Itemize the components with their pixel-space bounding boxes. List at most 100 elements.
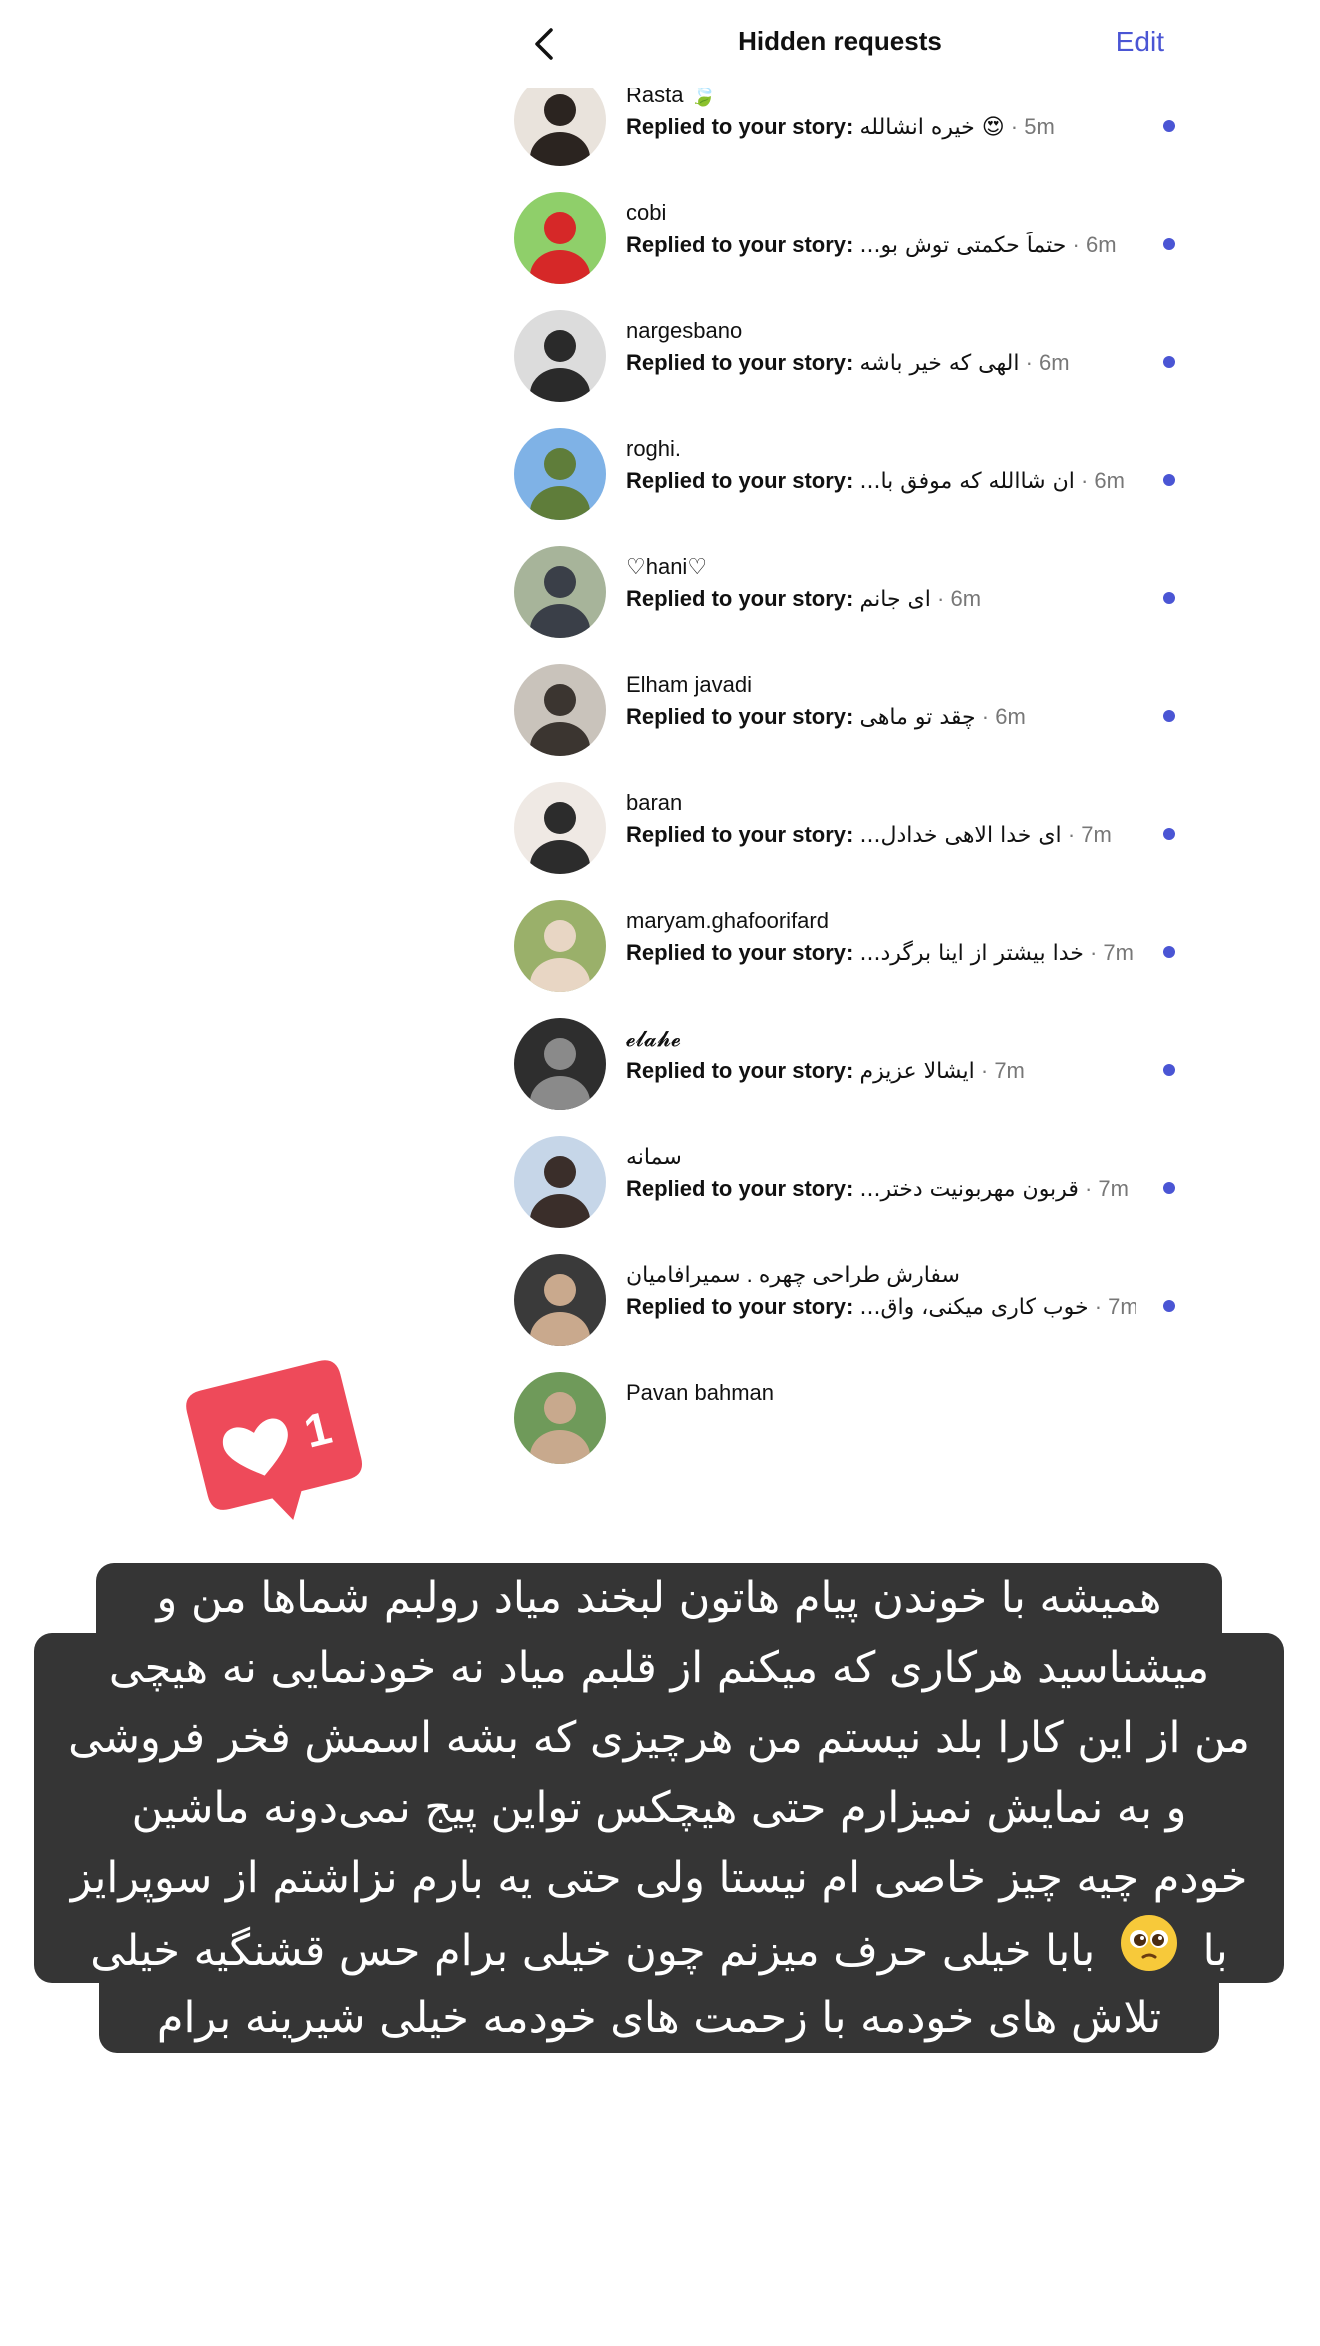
reply-prefix: Replied to your story: bbox=[626, 232, 854, 257]
request-row[interactable]: 𝓮𝓵𝓪𝓱𝓮 Replied to your story: ایشالا عزیزم… bbox=[490, 1006, 1190, 1124]
message-preview: Replied to your story: چقد تو ماهی · 6m bbox=[626, 704, 1136, 730]
message-preview: Replied to your story: 😍 خیره انشالله · … bbox=[626, 114, 1136, 140]
message-preview: Replied to your story: ان شاالله که موفق… bbox=[626, 468, 1136, 494]
caption-line-6-start: بابا خیلی حرف میزنم چون خیلی برام حس قشن… bbox=[90, 1926, 1096, 1976]
username: Elham javadi bbox=[626, 672, 752, 697]
unread-dot bbox=[1163, 238, 1175, 250]
timestamp: · 7m bbox=[1089, 940, 1134, 965]
avatar[interactable] bbox=[514, 310, 606, 402]
message-preview: Replied to your story: ای خدا الاهی خداد… bbox=[626, 822, 1136, 848]
story-caption: همیشه با خوندن پیام هاتون لبخند میاد رول… bbox=[34, 1563, 1284, 2053]
username: سفارش طراحی چهره . سمیرافامیان bbox=[626, 1262, 960, 1287]
reply-prefix: Replied to your story: bbox=[626, 940, 854, 965]
username: nargesbano bbox=[626, 318, 743, 343]
request-row[interactable]: Elham javadi Replied to your story: چقد ت… bbox=[490, 652, 1190, 770]
hidden-requests-screen: Rasta 🍃 Replied to your story: 😍 خیره انش… bbox=[490, 0, 1190, 1465]
caption-line-2: میشناسید هرکاری که میکنم از قلبم میاد نه… bbox=[34, 1633, 1284, 1703]
unread-dot bbox=[1163, 474, 1175, 486]
message-preview: Replied to your story: قربون مهربونیت دخ… bbox=[626, 1176, 1136, 1202]
caption-line-1: همیشه با خوندن پیام هاتون لبخند میاد رول… bbox=[96, 1563, 1222, 1633]
request-row[interactable]: سفارش طراحی چهره . سمیرافامیان Replied to… bbox=[490, 1242, 1190, 1360]
timestamp: · 6m bbox=[1080, 468, 1125, 493]
message-text: خوب کاری میکنی، واق... bbox=[859, 1295, 1089, 1320]
message-preview: Replied to your story: الهی که خیر باشه … bbox=[626, 350, 1136, 376]
message-preview: Replied to your story: خوب کاری میکنی، و… bbox=[626, 1294, 1136, 1320]
username: 𝓮𝓵𝓪𝓱𝓮 bbox=[626, 1026, 681, 1051]
message-preview: Replied to your story: حتماً حکمتی توش ب… bbox=[626, 232, 1136, 258]
caption-line-7: تلاش های خودمه با زحمت های خودمه خیلی شی… bbox=[99, 1983, 1219, 2053]
reply-prefix: Replied to your story: bbox=[626, 586, 854, 611]
reply-prefix: Replied to your story: bbox=[626, 704, 854, 729]
timestamp: · 7m bbox=[980, 1058, 1025, 1083]
unread-dot bbox=[1163, 1300, 1175, 1312]
timestamp: · 7m bbox=[1067, 822, 1112, 847]
avatar[interactable] bbox=[514, 1136, 606, 1228]
reply-prefix: Replied to your story: bbox=[626, 114, 854, 139]
timestamp: · 6m bbox=[981, 704, 1026, 729]
message-text: خدا بیشتر از اینا برگرد... bbox=[859, 941, 1084, 966]
avatar[interactable] bbox=[514, 664, 606, 756]
avatar[interactable] bbox=[514, 1254, 606, 1346]
unread-dot bbox=[1163, 828, 1175, 840]
avatar[interactable] bbox=[514, 1018, 606, 1110]
message-text: حتماً حکمتی توش بو... bbox=[859, 233, 1067, 258]
request-row[interactable]: cobi Replied to your story: حتماً حکمتی ت… bbox=[490, 180, 1190, 298]
username: ♡hani♡ bbox=[626, 554, 708, 579]
edit-button[interactable]: Edit bbox=[1116, 26, 1164, 58]
username: maryam.ghafoorifard bbox=[626, 908, 829, 933]
message-preview: Replied to your story: ایشالا عزیزم · 7m bbox=[626, 1058, 1136, 1084]
caption-line-5: خودم چیه چیز خاصی ام نیستا ولی حتی یه با… bbox=[34, 1843, 1284, 1913]
timestamp: · 7m bbox=[1084, 1176, 1129, 1201]
unread-dot bbox=[1163, 592, 1175, 604]
caption-line-6-end: با bbox=[1202, 1926, 1228, 1976]
message-text: ان شاالله که موفق با... bbox=[859, 469, 1075, 494]
pleading-face-emoji bbox=[1119, 1913, 1179, 1983]
request-row[interactable]: ♡hani♡ Replied to your story: ای جانم · 6… bbox=[490, 534, 1190, 652]
avatar[interactable] bbox=[514, 782, 606, 874]
message-text: ای خدا الاهی خدادل... bbox=[859, 823, 1062, 848]
request-row[interactable]: nargesbano Replied to your story: الهی که… bbox=[490, 298, 1190, 416]
timestamp: · 5m bbox=[1010, 114, 1055, 139]
reply-prefix: Replied to your story: bbox=[626, 1176, 854, 1201]
unread-dot bbox=[1163, 356, 1175, 368]
timestamp: · 6m bbox=[1025, 350, 1070, 375]
caption-line-3: من از این کارا بلد نیستم من هرچیزی که بش… bbox=[34, 1703, 1284, 1773]
message-text: قربون مهربونیت دختر... bbox=[859, 1177, 1079, 1202]
page-title: Hidden requests bbox=[738, 26, 942, 56]
avatar[interactable] bbox=[514, 546, 606, 638]
avatar[interactable] bbox=[514, 428, 606, 520]
unread-dot bbox=[1163, 946, 1175, 958]
message-text: ایشالا عزیزم bbox=[859, 1059, 975, 1084]
avatar[interactable] bbox=[514, 900, 606, 992]
avatar[interactable] bbox=[514, 192, 606, 284]
unread-dot bbox=[1163, 1064, 1175, 1076]
avatar[interactable] bbox=[514, 1372, 606, 1464]
message-text: ای جانم bbox=[859, 587, 931, 612]
message-text: چقد تو ماهی bbox=[859, 705, 976, 730]
unread-dot bbox=[1163, 120, 1175, 132]
message-preview: Replied to your story: ای جانم · 6m bbox=[626, 586, 1136, 612]
request-row[interactable]: roghi. Replied to your story: ان شاالله ک… bbox=[490, 416, 1190, 534]
timestamp: · 6m bbox=[1072, 232, 1117, 257]
request-row[interactable]: maryam.ghafoorifard Replied to your story… bbox=[490, 888, 1190, 1006]
reply-prefix: Replied to your story: bbox=[626, 350, 854, 375]
message-text: 😍 خیره انشالله bbox=[859, 115, 1005, 140]
message-preview: Replied to your story: خدا بیشتر از اینا… bbox=[626, 940, 1136, 966]
reply-prefix: Replied to your story: bbox=[626, 1294, 854, 1319]
timestamp: · 7m bbox=[1094, 1294, 1136, 1319]
unread-dot bbox=[1163, 710, 1175, 722]
username: baran bbox=[626, 790, 683, 815]
request-row[interactable]: Pavan bahman bbox=[490, 1360, 1190, 1465]
request-row[interactable]: baran Replied to your story: ای خدا الاهی… bbox=[490, 770, 1190, 888]
top-bar: Hidden requests Edit bbox=[490, 0, 1190, 88]
username: Pavan bahman bbox=[626, 1380, 774, 1405]
username: roghi. bbox=[626, 436, 682, 461]
message-text: الهی که خیر باشه bbox=[859, 351, 1020, 376]
reply-prefix: Replied to your story: bbox=[626, 1058, 854, 1083]
username: سمانه bbox=[626, 1144, 682, 1169]
timestamp: · 6m bbox=[937, 586, 982, 611]
like-notification-sticker: 1 bbox=[172, 1360, 382, 1550]
caption-line-6: با بابا خیلی حرف میزنم چون خیلی برام حس … bbox=[34, 1913, 1284, 1983]
request-row[interactable]: سمانه Replied to your story: قربون مهربون… bbox=[490, 1124, 1190, 1242]
reply-prefix: Replied to your story: bbox=[626, 822, 854, 847]
